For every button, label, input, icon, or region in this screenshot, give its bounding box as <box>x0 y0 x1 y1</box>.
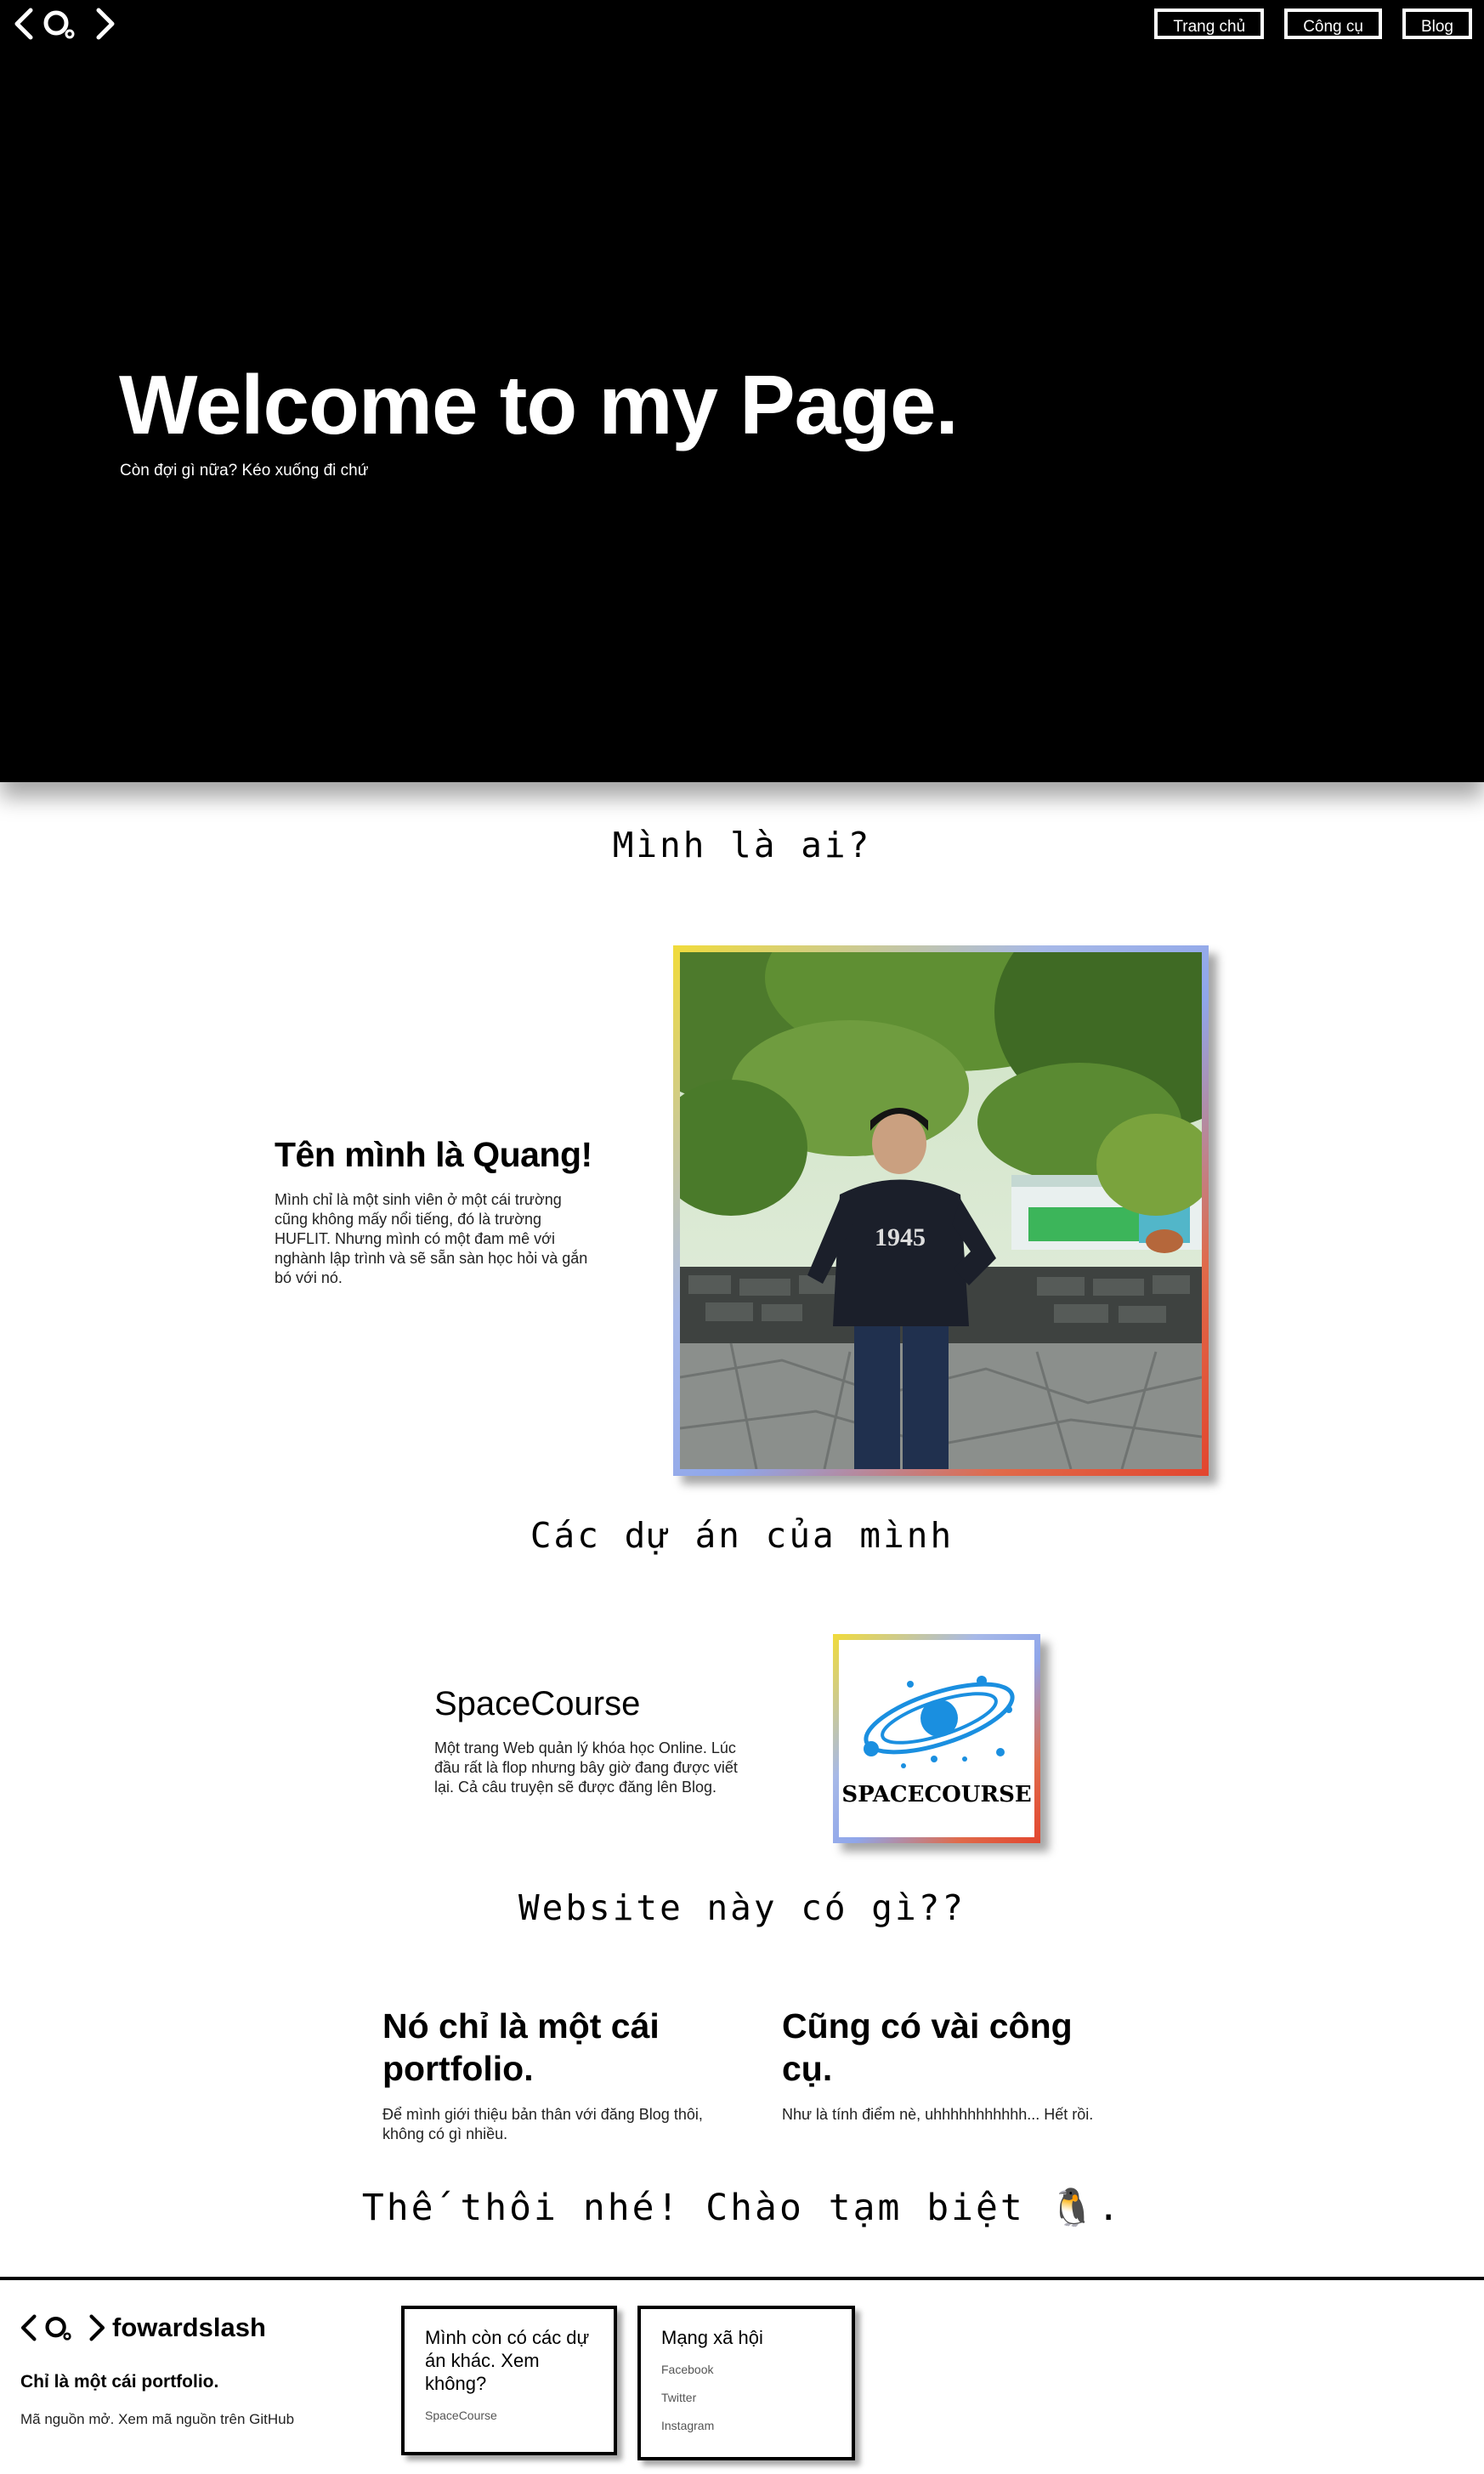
main-nav: Trang chủ Công cụ Blog <box>1154 9 1472 39</box>
spacecourse-logo-text: SPACECOURSE <box>841 1782 1031 1807</box>
fowardslash-logo-icon <box>20 2314 105 2341</box>
projects-heading: Các dự án của mình <box>530 1515 954 1556</box>
project-description: Một trang Web quản lý khóa học Online. L… <box>434 1739 738 1796</box>
footer-link-spacecourse[interactable]: SpaceCourse <box>425 2409 593 2422</box>
nav-link-tools[interactable]: Công cụ <box>1284 9 1382 39</box>
footer-projects-card: Mình còn có các dự án khác. Xem không? S… <box>401 2306 617 2455</box>
footer-brand[interactable]: fowardslash <box>19 2312 266 2343</box>
spacecourse-logo-icon: SPACECOURSE <box>841 1676 1032 1807</box>
spacecourse-logo: SPACECOURSE <box>839 1640 1034 1837</box>
footer-link-facebook[interactable]: Facebook <box>661 2363 831 2376</box>
profile-photo-frame: 1945 <box>673 945 1209 1476</box>
hero-section: Trang chủ Công cụ Blog Welcome to my Pag… <box>0 0 1484 782</box>
project-name: SpaceCourse <box>434 1685 641 1722</box>
about-heading: Mình là ai? <box>612 825 872 865</box>
footer-source-link[interactable]: Mã nguồn mở. Xem mã nguồn trên GitHub <box>20 2411 294 2428</box>
nav-link-blog[interactable]: Blog <box>1402 9 1472 39</box>
feature-tools: Cũng có vài công cụ. Như là tính điểm nè… <box>782 2005 1105 2125</box>
goodbye-text: Thế thôi nhé! Chào tạm biệt 🐧. <box>361 2187 1123 2229</box>
about-name: Tên mình là Quang! <box>275 1135 592 1174</box>
features-heading: Website này có gì?? <box>518 1887 966 1928</box>
footer-tagline: Chỉ là một cái portfolio. <box>20 2372 219 2392</box>
profile-photo-illustration: 1945 <box>680 952 1202 1469</box>
footer-card-title: Mình còn có các dự án khác. Xem không? <box>425 2327 590 2394</box>
nav-link-home[interactable]: Trang chủ <box>1154 9 1265 39</box>
site-footer: fowardslash Chỉ là một cái portfolio. Mã… <box>0 2277 1484 2474</box>
site-logo[interactable] <box>12 7 117 41</box>
project-logo-frame[interactable]: SPACECOURSE <box>833 1634 1040 1843</box>
about-description: Mình chỉ là một sinh viên ở một cái trườ… <box>275 1191 588 1286</box>
project-spacecourse-text: SpaceCourse Một trang Web quản lý khóa h… <box>434 1685 757 1797</box>
feature-description: Như là tính điểm nè, uhhhhhhhhhhh... Hết… <box>782 2106 1094 2123</box>
feature-portfolio: Nó chỉ là một cái portfolio. Để mình giớ… <box>382 2005 705 2144</box>
hero-subtitle: Còn đợi gì nữa? Kéo xuống đi chứ <box>120 462 369 479</box>
about-text: Tên mình là Quang! Mình chỉ là một sinh … <box>275 1135 598 1288</box>
profile-photo: 1945 <box>680 952 1202 1469</box>
footer-social-card: Mạng xã hội Facebook Twitter Instagram <box>637 2306 855 2460</box>
footer-card-title: Mạng xã hội <box>661 2327 763 2348</box>
shirt-print: 1945 <box>875 1223 926 1251</box>
feature-title: Nó chỉ là một cái portfolio. <box>382 2006 660 2088</box>
footer-link-instagram[interactable]: Instagram <box>661 2419 831 2432</box>
feature-title: Cũng có vài công cụ. <box>782 2006 1073 2088</box>
hero-title: Welcome to my Page. <box>119 358 959 451</box>
feature-description: Để mình giới thiệu bản thân với đăng Blo… <box>382 2106 703 2142</box>
fowardslash-logo-icon <box>14 8 115 40</box>
footer-link-twitter[interactable]: Twitter <box>661 2391 831 2404</box>
footer-brand-name: fowardslash <box>112 2312 266 2342</box>
